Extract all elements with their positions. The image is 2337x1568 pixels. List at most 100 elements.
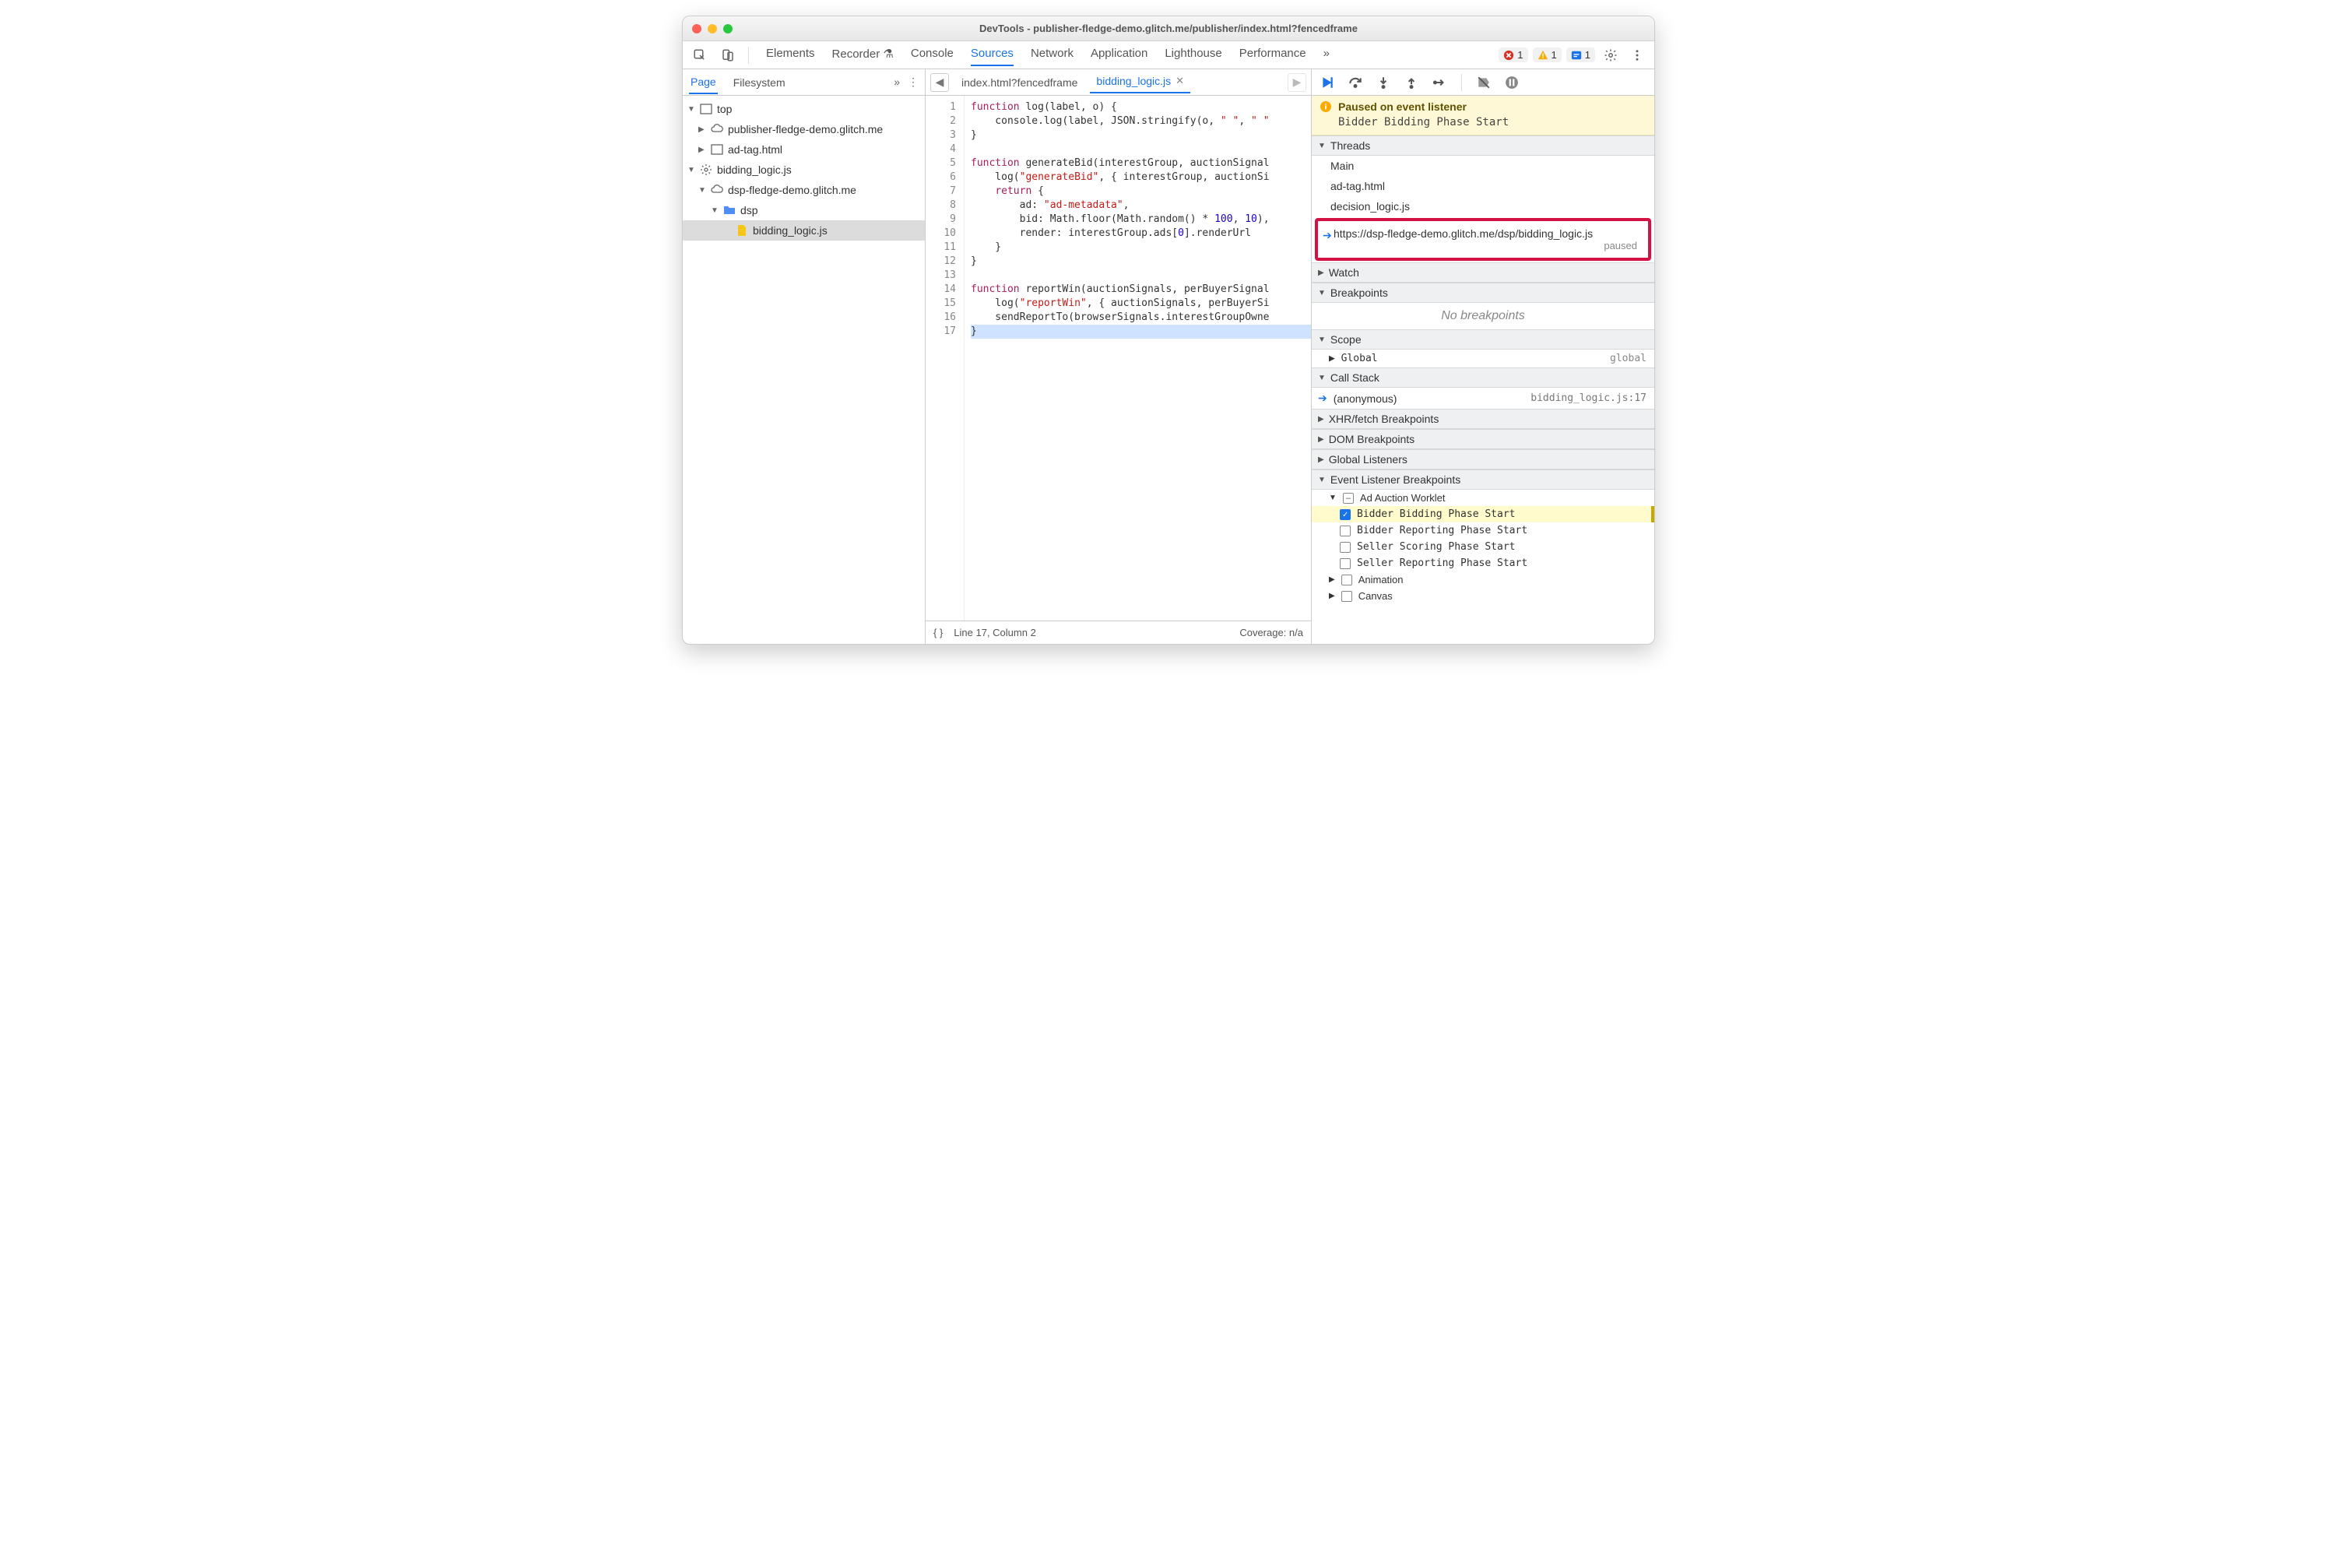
no-breakpoints-label: No breakpoints [1312, 303, 1654, 329]
evbp-seller-reporting-start[interactable]: Seller Reporting Phase Start [1312, 555, 1654, 571]
editor-tab-bidding-logic[interactable]: bidding_logic.js✕ [1090, 72, 1190, 93]
scope-global[interactable]: ▶ Globalglobal [1312, 350, 1654, 367]
code-editor[interactable]: 1 2 3 4 5 6 7 8 9 10 11 12 13 14 15 16 1… [926, 96, 1311, 621]
file-tree: ▼top ▶publisher-fledge-demo.glitch.me ▶a… [683, 96, 925, 644]
section-xhr[interactable]: ▶XHR/fetch Breakpoints [1312, 409, 1654, 429]
evbp-cat-ad-auction[interactable]: ▼–Ad Auction Worklet [1312, 490, 1654, 506]
tree-worklet[interactable]: ▼bidding_logic.js [683, 160, 925, 180]
inspect-icon[interactable] [689, 44, 711, 66]
current-frame-arrow-icon: ➔ [1318, 392, 1327, 405]
checkbox-checked-icon[interactable]: ✓ [1340, 509, 1351, 520]
cursor-position: Line 17, Column 2 [954, 627, 1036, 638]
resume-icon[interactable] [1318, 73, 1337, 92]
issues-count-badge[interactable]: 1 [1566, 47, 1595, 62]
tab-console[interactable]: Console [911, 44, 954, 66]
editor-statusbar: { } Line 17, Column 2 Coverage: n/a [926, 621, 1311, 644]
tab-elements[interactable]: Elements [766, 44, 815, 66]
line-gutter: 1 2 3 4 5 6 7 8 9 10 11 12 13 14 15 16 1… [926, 96, 965, 621]
tab-sources[interactable]: Sources [971, 44, 1014, 66]
thread-adtag[interactable]: ad-tag.html [1312, 176, 1654, 196]
frame-icon [700, 103, 712, 115]
pause-exceptions-icon[interactable] [1502, 73, 1521, 92]
checkbox-mixed-icon[interactable]: – [1343, 493, 1354, 504]
editor-panel: ◀ index.html?fencedframe bidding_logic.j… [926, 69, 1312, 644]
separator [748, 47, 749, 64]
nav-forward-icon[interactable]: ▶ [1288, 73, 1306, 92]
navigator-panel: Page Filesystem » ⋮ ▼top ▶publisher-fled… [683, 69, 926, 644]
warning-count-badge[interactable]: 1 [1533, 47, 1562, 62]
format-icon[interactable]: { } [933, 627, 943, 638]
tab-performance[interactable]: Performance [1239, 44, 1306, 66]
devtools-window: DevTools - publisher-fledge-demo.glitch.… [682, 16, 1655, 645]
deactivate-breakpoints-icon[interactable] [1474, 73, 1493, 92]
close-icon[interactable]: ✕ [1176, 75, 1184, 87]
js-file-icon [736, 224, 748, 237]
evbp-seller-scoring-start[interactable]: Seller Scoring Phase Start [1312, 539, 1654, 555]
step-icon[interactable] [1430, 73, 1449, 92]
section-watch[interactable]: ▶Watch [1312, 262, 1654, 283]
editor-tab-index[interactable]: index.html?fencedframe [955, 73, 1084, 92]
thread-bidding-logic-highlighted[interactable]: ➔ https://dsp-fledge-demo.glitch.me/dsp/… [1315, 218, 1651, 261]
maximize-window-icon[interactable] [723, 24, 733, 33]
threads-list: Main ad-tag.html decision_logic.js ➔ htt… [1312, 156, 1654, 262]
evbp-bidder-bidding-start[interactable]: ✓Bidder Bidding Phase Start [1312, 506, 1654, 522]
navigator-more-icon[interactable]: ⋮ [908, 76, 919, 89]
navigator-tabs: Page Filesystem » ⋮ [683, 69, 925, 96]
settings-icon[interactable] [1600, 44, 1622, 66]
event-listener-breakpoints: ▼–Ad Auction Worklet ✓Bidder Bidding Pha… [1312, 490, 1654, 604]
checkbox-icon[interactable] [1340, 558, 1351, 569]
section-scope[interactable]: ▼Scope [1312, 329, 1654, 350]
evbp-bidder-reporting-start[interactable]: Bidder Reporting Phase Start [1312, 522, 1654, 539]
device-toggle-icon[interactable] [717, 44, 739, 66]
step-into-icon[interactable] [1374, 73, 1393, 92]
tree-origin-dsp[interactable]: ▼dsp-fledge-demo.glitch.me [683, 180, 925, 200]
folder-icon [723, 204, 736, 216]
more-icon[interactable] [1626, 44, 1648, 66]
thread-main[interactable]: Main [1312, 156, 1654, 176]
section-event-listener-bp[interactable]: ▼Event Listener Breakpoints [1312, 469, 1654, 490]
paused-detail: Bidder Bidding Phase Start [1320, 113, 1646, 130]
tabs-overflow-icon[interactable]: » [1323, 44, 1330, 66]
tab-recorder[interactable]: Recorder ⚗ [832, 44, 894, 66]
step-over-icon[interactable] [1346, 73, 1365, 92]
panel-tabs: Elements Recorder ⚗ Console Sources Netw… [766, 44, 1492, 66]
thread-decision[interactable]: decision_logic.js [1312, 196, 1654, 216]
tab-application[interactable]: Application [1091, 44, 1147, 66]
minimize-window-icon[interactable] [708, 24, 717, 33]
section-callstack[interactable]: ▼Call Stack [1312, 367, 1654, 388]
navigator-overflow-icon[interactable]: » [894, 76, 900, 89]
callstack-frame[interactable]: ➔(anonymous)bidding_logic.js:17 [1312, 388, 1654, 409]
error-count-badge[interactable]: 1 [1499, 47, 1527, 62]
paused-banner: Paused on event listener Bidder Bidding … [1312, 96, 1654, 135]
section-dom[interactable]: ▶DOM Breakpoints [1312, 429, 1654, 449]
tab-network[interactable]: Network [1031, 44, 1074, 66]
tree-file-bidding-logic[interactable]: bidding_logic.js [683, 220, 925, 241]
section-breakpoints[interactable]: ▼Breakpoints [1312, 283, 1654, 303]
section-threads[interactable]: ▼Threads [1312, 135, 1654, 156]
info-icon [1320, 100, 1332, 113]
tree-frame-top[interactable]: ▼top [683, 99, 925, 119]
evbp-cat-animation[interactable]: ▶Animation [1312, 571, 1654, 588]
source-code: function log(label, o) { console.log(lab… [965, 96, 1311, 621]
step-out-icon[interactable] [1402, 73, 1421, 92]
editor-tabs: ◀ index.html?fencedframe bidding_logic.j… [926, 69, 1311, 96]
nav-back-icon[interactable]: ◀ [930, 73, 949, 92]
close-window-icon[interactable] [692, 24, 701, 33]
debugger-panel: Paused on event listener Bidder Bidding … [1312, 69, 1654, 644]
coverage-status: Coverage: n/a [1239, 627, 1303, 638]
tab-filesystem[interactable]: Filesystem [732, 72, 787, 93]
tree-frame-adtag[interactable]: ▶ad-tag.html [683, 139, 925, 160]
checkbox-icon[interactable] [1340, 542, 1351, 553]
section-global-listeners[interactable]: ▶Global Listeners [1312, 449, 1654, 469]
checkbox-icon[interactable] [1341, 575, 1352, 585]
checkbox-icon[interactable] [1340, 526, 1351, 536]
tree-origin-publisher[interactable]: ▶publisher-fledge-demo.glitch.me [683, 119, 925, 139]
cloud-icon [711, 184, 723, 196]
cloud-icon [711, 123, 723, 135]
tab-page[interactable]: Page [689, 71, 718, 94]
checkbox-icon[interactable] [1341, 591, 1352, 602]
tree-folder-dsp[interactable]: ▼dsp [683, 200, 925, 220]
tab-lighthouse[interactable]: Lighthouse [1165, 44, 1221, 66]
evbp-cat-canvas[interactable]: ▶Canvas [1312, 588, 1654, 604]
main-toolbar: Elements Recorder ⚗ Console Sources Netw… [683, 41, 1654, 69]
